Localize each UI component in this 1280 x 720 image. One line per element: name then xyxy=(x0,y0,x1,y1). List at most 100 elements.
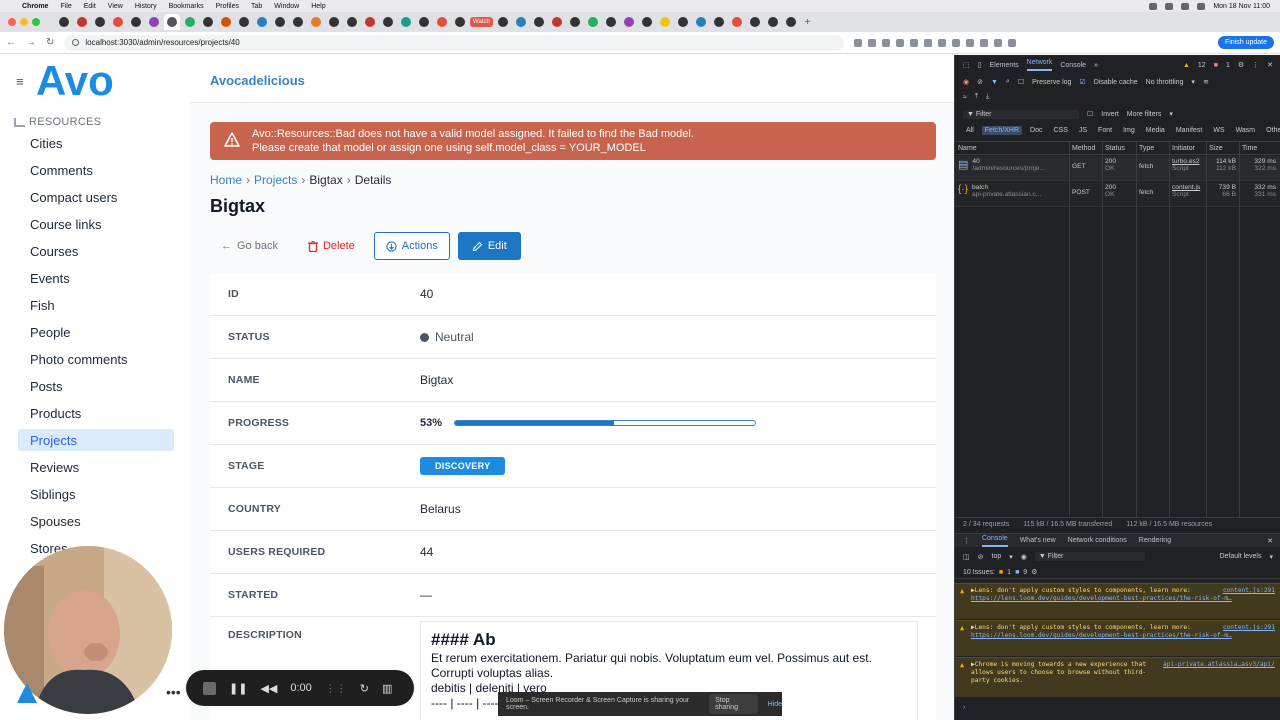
wifi-icon[interactable]: ≈ xyxy=(963,94,967,101)
sidebar-item-photo-comments[interactable]: Photo comments xyxy=(18,348,174,370)
loom-stop-icon[interactable] xyxy=(203,681,216,695)
filter-input[interactable]: ▼ Filter xyxy=(963,109,1079,119)
tab[interactable] xyxy=(639,14,655,30)
tab-active[interactable] xyxy=(164,14,180,30)
chip-media[interactable]: Media xyxy=(1143,126,1168,135)
col-status[interactable]: Status xyxy=(1102,143,1136,154)
col-size[interactable]: Size xyxy=(1206,143,1239,154)
tab[interactable] xyxy=(747,14,763,30)
tab[interactable] xyxy=(146,14,162,30)
more-options-icon[interactable]: ⋮ xyxy=(1252,61,1259,69)
tab[interactable] xyxy=(272,14,288,30)
loom-more-icon[interactable]: ••• xyxy=(166,684,181,700)
errors-count-icon[interactable]: ■ xyxy=(1214,62,1218,69)
chip-manifest[interactable]: Manifest xyxy=(1173,126,1205,135)
zoom-window-icon[interactable] xyxy=(32,18,40,26)
tab[interactable] xyxy=(513,14,529,30)
request-initiator[interactable]: content.js xyxy=(1172,184,1200,191)
tab[interactable] xyxy=(254,14,270,30)
console-warning-message[interactable]: ▲ ▶Lens: don't apply custom styles to co… xyxy=(955,583,1280,619)
search-icon[interactable]: ⌕ xyxy=(1006,78,1010,86)
reload-icon[interactable]: ↻ xyxy=(46,37,54,48)
tab[interactable] xyxy=(398,14,414,30)
tab[interactable] xyxy=(110,14,126,30)
minimize-window-icon[interactable] xyxy=(20,18,28,26)
chip-js[interactable]: JS xyxy=(1076,126,1090,135)
tab[interactable] xyxy=(531,14,547,30)
network-conditions-icon[interactable]: ≋ xyxy=(1203,78,1209,86)
more-tabs-icon[interactable]: » xyxy=(1094,62,1098,69)
tab[interactable] xyxy=(693,14,709,30)
import-har-icon[interactable]: ⤒ xyxy=(975,93,978,101)
menu-window[interactable]: Window xyxy=(274,3,299,10)
extension-icon[interactable] xyxy=(952,38,961,47)
tab-watch[interactable]: Watch xyxy=(470,17,493,27)
col-initiator[interactable]: Initiator xyxy=(1169,143,1206,154)
loom-trash-icon[interactable]: ▥ xyxy=(382,682,392,695)
tab[interactable] xyxy=(657,14,673,30)
tab-console[interactable]: Console xyxy=(1060,62,1086,69)
close-drawer-icon[interactable]: ✕ xyxy=(1267,537,1273,545)
tab[interactable] xyxy=(585,14,601,30)
url-text[interactable]: localhost:3030/admin/resources/projects/… xyxy=(85,38,239,47)
extension-icon[interactable] xyxy=(910,38,919,47)
breadcrumb-projects[interactable]: Projects xyxy=(254,173,297,187)
sidebar-item-fish[interactable]: Fish xyxy=(18,294,174,316)
more-filters-button[interactable]: More filters xyxy=(1127,111,1162,118)
tab[interactable] xyxy=(218,14,234,30)
log-levels-select[interactable]: Default levels xyxy=(1219,553,1261,560)
clear-icon[interactable]: ⊘ xyxy=(977,78,983,86)
chip-font[interactable]: Font xyxy=(1095,126,1115,135)
chip-other[interactable]: Other xyxy=(1263,126,1280,135)
chevron-down-icon[interactable]: ▾ xyxy=(1169,110,1173,118)
chevron-down-icon[interactable]: ▾ xyxy=(1191,78,1195,86)
sidebar-item-courses[interactable]: Courses xyxy=(18,240,174,262)
tab[interactable] xyxy=(362,14,378,30)
issues-warning-count[interactable]: 1 xyxy=(1007,569,1011,576)
extension-icon[interactable] xyxy=(994,38,1003,47)
go-back-button[interactable]: ← Go back xyxy=(210,232,289,260)
extension-icon[interactable] xyxy=(868,38,877,47)
sidebar-item-posts[interactable]: Posts xyxy=(18,375,174,397)
extension-icon[interactable] xyxy=(966,38,975,47)
tab[interactable] xyxy=(603,14,619,30)
menu-bookmarks[interactable]: Bookmarks xyxy=(169,3,204,10)
console-filter-input[interactable]: ▼ Filter xyxy=(1034,552,1145,561)
tab[interactable] xyxy=(380,14,396,30)
loom-pause-icon[interactable]: ❚❚ xyxy=(229,682,247,695)
tab[interactable] xyxy=(549,14,565,30)
tab[interactable] xyxy=(200,14,216,30)
console-settings-icon[interactable]: ⚙ xyxy=(1031,568,1037,576)
extension-icon[interactable] xyxy=(882,38,891,47)
site-info-icon[interactable] xyxy=(72,39,80,46)
status-icon[interactable] xyxy=(1165,2,1174,10)
eye-icon[interactable]: ◉ xyxy=(1021,553,1027,561)
hide-button[interactable]: Hide xyxy=(768,701,782,708)
chip-wasm[interactable]: Wasm xyxy=(1233,126,1259,135)
finish-update-button[interactable]: Finish update xyxy=(1217,36,1274,49)
loom-restart-icon[interactable]: ↻ xyxy=(360,682,369,695)
tab[interactable] xyxy=(711,14,727,30)
tab[interactable] xyxy=(416,14,432,30)
console-message-link[interactable]: https://lens.loom.dev/guides/development… xyxy=(971,595,1275,603)
chip-all[interactable]: All xyxy=(963,126,977,135)
tab[interactable] xyxy=(182,14,198,30)
extension-icon[interactable] xyxy=(854,38,863,47)
issues-info-count[interactable]: 9 xyxy=(1023,569,1027,576)
tab[interactable] xyxy=(434,14,450,30)
delete-button[interactable]: Delete xyxy=(297,232,366,260)
sidebar-item-people[interactable]: People xyxy=(18,321,174,343)
new-tab-icon[interactable]: + xyxy=(805,17,811,28)
tab[interactable] xyxy=(290,14,306,30)
extension-icon[interactable] xyxy=(938,38,947,47)
drawer-menu-icon[interactable]: ⋮ xyxy=(963,537,970,545)
menu-history[interactable]: History xyxy=(135,3,157,10)
menu-edit[interactable]: Edit xyxy=(84,3,96,10)
chip-img[interactable]: Img xyxy=(1120,126,1138,135)
console-warning-message[interactable]: ▲ ▶Chrome is moving towards a new experi… xyxy=(955,657,1280,697)
tab[interactable] xyxy=(783,14,799,30)
loom-grid-icon[interactable]: ⋮⋮ xyxy=(325,682,347,695)
breadcrumb-home[interactable]: Home xyxy=(210,173,242,187)
chip-doc[interactable]: Doc xyxy=(1027,126,1045,135)
drawer-tab-network-conditions[interactable]: Network conditions xyxy=(1068,537,1127,544)
